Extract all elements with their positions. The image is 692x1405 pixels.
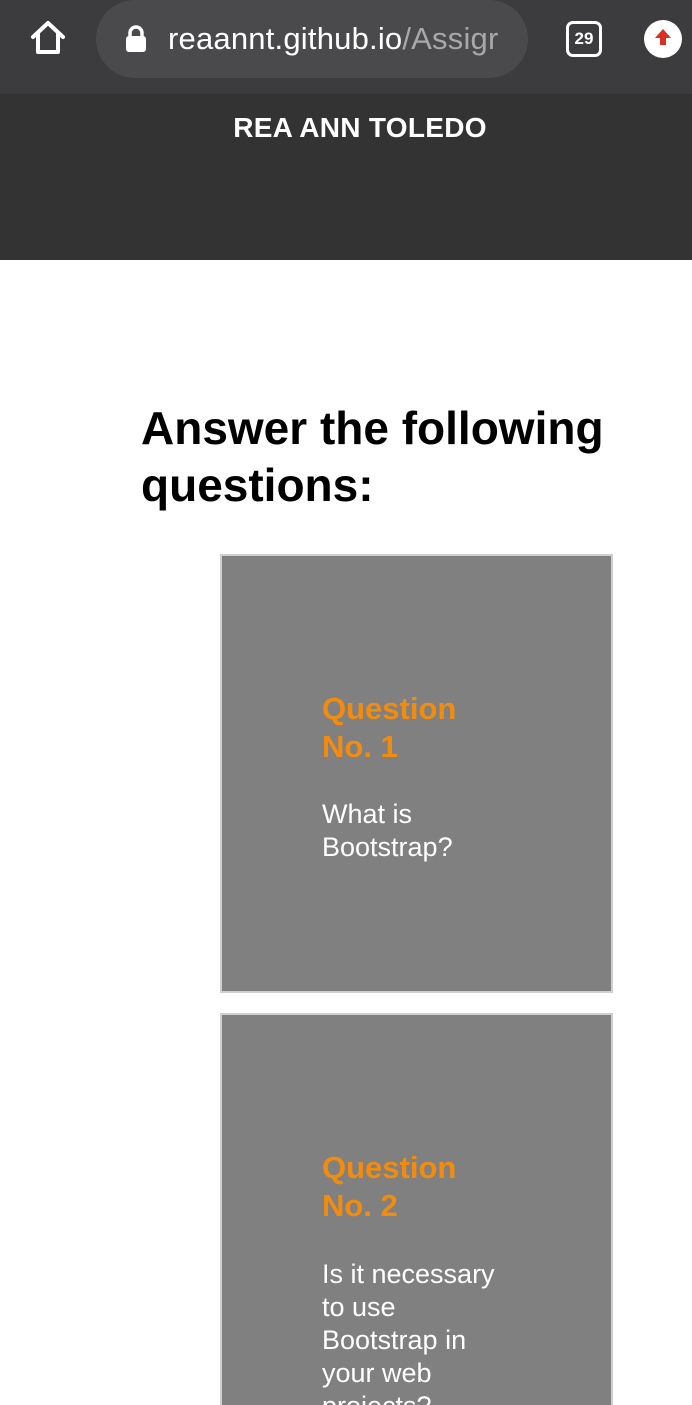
tab-count: 29 <box>574 29 594 48</box>
url-domain: reaannt.github.io <box>168 21 403 56</box>
site-title: REA ANN TOLEDO <box>233 112 487 143</box>
update-arrow-icon <box>652 26 674 53</box>
question-card: Question No. 1 What is Bootstrap? <box>220 554 613 993</box>
question-text: Is it necessary to use Bootstrap in your… <box>322 1259 495 1405</box>
question-title: Question No. 1 <box>322 691 457 764</box>
url-text: reaannt.github.io/Assigr <box>168 21 499 57</box>
question-title: Question No. 2 <box>322 1150 457 1223</box>
page-heading: Answer the following questions: <box>141 402 604 511</box>
lock-icon <box>124 24 148 54</box>
url-path: /Assigr <box>402 21 499 56</box>
question-card: Question No. 2 Is it necessary to use Bo… <box>220 1013 613 1405</box>
browser-toolbar: reaannt.github.io/Assigr 29 <box>0 0 692 94</box>
tab-switcher-button[interactable]: 29 <box>566 21 602 57</box>
site-header: REA ANN TOLEDO <box>0 94 692 260</box>
home-button[interactable] <box>22 16 74 62</box>
update-button[interactable] <box>644 20 682 58</box>
address-bar[interactable]: reaannt.github.io/Assigr <box>96 0 528 78</box>
home-icon <box>29 19 67 60</box>
question-text: What is Bootstrap? <box>322 799 453 862</box>
